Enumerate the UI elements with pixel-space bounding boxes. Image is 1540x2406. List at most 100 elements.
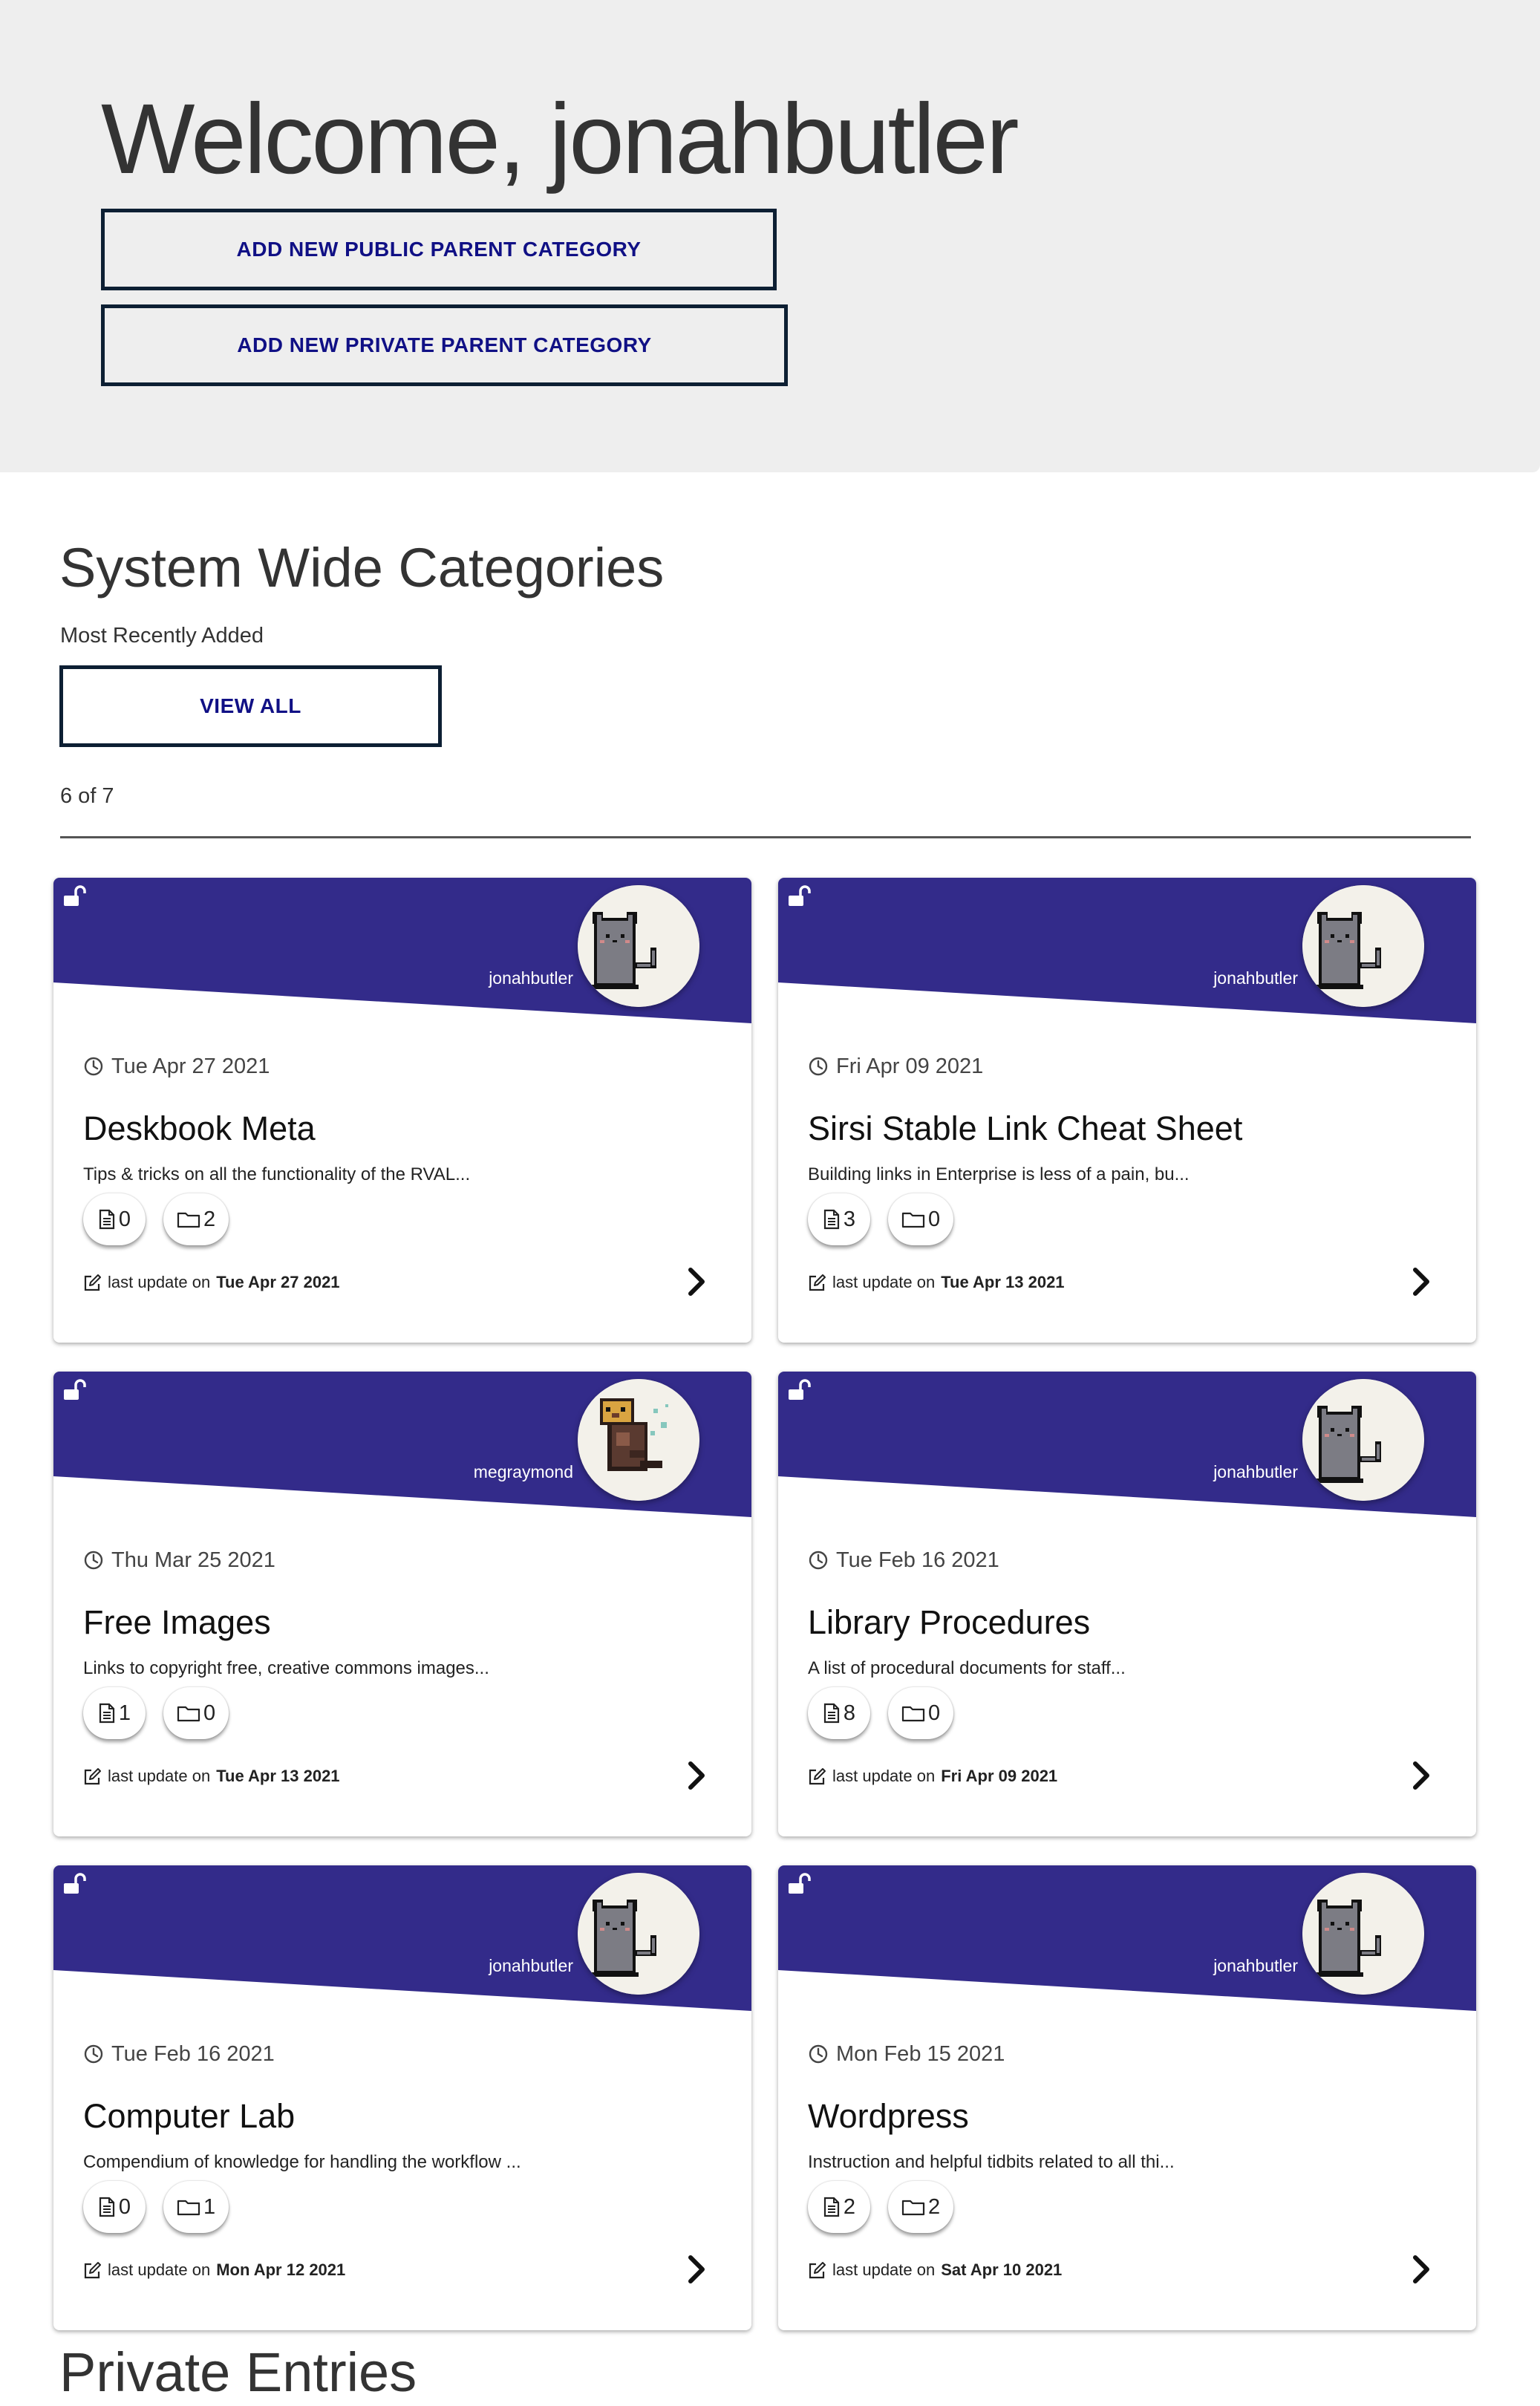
clock-icon <box>809 1057 828 1076</box>
chevron-right-icon[interactable] <box>682 1264 711 1300</box>
unlock-icon <box>789 885 811 906</box>
category-card[interactable]: jonahbutler <box>53 1865 751 2330</box>
last-update: last update on Fri Apr 09 2021 <box>808 1765 1057 1787</box>
document-icon <box>823 2197 840 2217</box>
last-update-date: Tue Apr 13 2021 <box>216 1767 340 1785</box>
card-title[interactable]: Computer Lab <box>83 2096 295 2137</box>
chevron-right-icon[interactable] <box>1406 1264 1436 1300</box>
card-date-text: Mon Feb 15 2021 <box>836 2042 1005 2066</box>
last-update-prefix: last update on <box>108 1767 211 1785</box>
unlock-icon <box>789 1379 811 1400</box>
document-count-badge[interactable]: 0 <box>83 1193 146 1245</box>
category-card[interactable]: jonahbutler <box>778 878 1476 1343</box>
card-description: A list of procedural documents for staff… <box>808 1658 1126 1678</box>
document-count: 3 <box>843 1207 856 1231</box>
author-avatar <box>1302 885 1424 1007</box>
card-title[interactable]: Deskbook Meta <box>83 1108 316 1150</box>
document-count: 0 <box>118 2194 131 2219</box>
card-author: jonahbutler <box>489 968 573 988</box>
folder-count-badge[interactable]: 0 <box>888 1687 954 1739</box>
chevron-right-icon[interactable] <box>1406 2252 1436 2287</box>
author-avatar <box>1302 1379 1424 1501</box>
last-update-prefix: last update on <box>832 2260 936 2279</box>
unlock-icon <box>64 885 86 906</box>
section-title: System Wide Categories <box>59 537 665 599</box>
last-update: last update on Sat Apr 10 2021 <box>808 2259 1062 2281</box>
author-avatar <box>1302 1873 1424 1995</box>
chevron-right-icon[interactable] <box>682 1758 711 1793</box>
unlock-icon <box>789 1873 811 1894</box>
chevron-right-icon[interactable] <box>1406 1758 1436 1793</box>
category-card[interactable]: jonahbutler <box>778 1865 1476 2330</box>
last-update-date: Tue Apr 13 2021 <box>941 1273 1065 1291</box>
document-icon <box>99 1209 115 1230</box>
last-update: last update on Tue Apr 27 2021 <box>83 1271 340 1294</box>
folder-count-badge[interactable]: 0 <box>888 1193 954 1245</box>
card-date: Thu Mar 25 2021 <box>83 1547 275 1574</box>
card-header: jonahbutler <box>53 878 751 1026</box>
last-update-date: Sat Apr 10 2021 <box>941 2260 1063 2279</box>
view-all-button[interactable]: VIEW ALL <box>59 665 442 747</box>
chevron-right-icon[interactable] <box>682 2252 711 2287</box>
folder-count-badge[interactable]: 2 <box>888 2181 954 2233</box>
unlock-icon <box>64 1379 86 1400</box>
section-divider <box>60 836 1471 838</box>
card-title[interactable]: Free Images <box>83 1602 271 1643</box>
document-count-badge[interactable]: 8 <box>808 1687 870 1739</box>
card-description: Links to copyright free, creative common… <box>83 1658 489 1678</box>
add-public-parent-category-button[interactable]: ADD NEW PUBLIC PARENT CATEGORY <box>101 209 777 290</box>
document-count-badge[interactable]: 3 <box>808 1193 870 1245</box>
folder-count-badge[interactable]: 0 <box>163 1687 229 1739</box>
card-header: megraymond <box>53 1372 751 1520</box>
card-header: jonahbutler <box>53 1865 751 2014</box>
folder-count: 2 <box>203 1207 216 1231</box>
edit-icon <box>809 1767 826 1784</box>
category-count: 6 of 7 <box>60 784 114 808</box>
folder-count: 1 <box>203 2194 216 2219</box>
last-update: last update on Tue Apr 13 2021 <box>83 1765 340 1787</box>
card-title[interactable]: Sirsi Stable Link Cheat Sheet <box>808 1108 1242 1150</box>
edit-icon <box>84 1767 101 1784</box>
edit-icon <box>809 2261 826 2278</box>
folder-count: 0 <box>203 1701 216 1725</box>
unlock-icon <box>64 1873 86 1894</box>
card-date: Tue Feb 16 2021 <box>808 1547 999 1574</box>
section-subtitle: Most Recently Added <box>60 624 264 648</box>
document-count-badge[interactable]: 1 <box>83 1687 146 1739</box>
card-title[interactable]: Wordpress <box>808 2096 969 2137</box>
folder-count: 2 <box>928 2194 941 2219</box>
card-header: jonahbutler <box>778 878 1476 1026</box>
document-count-badge[interactable]: 2 <box>808 2181 870 2233</box>
author-avatar <box>578 1873 699 1995</box>
category-card[interactable]: jonahbutler <box>778 1372 1476 1836</box>
document-count-badge[interactable]: 0 <box>83 2181 146 2233</box>
author-avatar <box>578 1379 699 1501</box>
card-title[interactable]: Library Procedures <box>808 1602 1090 1643</box>
document-count: 2 <box>843 2194 856 2219</box>
add-private-parent-category-button[interactable]: ADD NEW PRIVATE PARENT CATEGORY <box>101 304 788 386</box>
folder-icon <box>177 1706 200 1722</box>
clock-icon <box>84 1551 103 1570</box>
document-count: 1 <box>118 1701 131 1725</box>
card-author: jonahbutler <box>1213 1956 1298 1975</box>
last-update-date: Fri Apr 09 2021 <box>941 1767 1058 1785</box>
welcome-title: Welcome, jonahbutler <box>101 84 1019 195</box>
author-avatar <box>578 885 699 1007</box>
card-date: Tue Apr 27 2021 <box>83 1053 270 1080</box>
card-date: Tue Feb 16 2021 <box>83 2041 275 2067</box>
card-description: Instruction and helpful tidbits related … <box>808 2152 1175 2172</box>
clock-icon <box>84 2044 103 2064</box>
last-update: last update on Mon Apr 12 2021 <box>83 2259 345 2281</box>
folder-count-badge[interactable]: 2 <box>163 1193 229 1245</box>
edit-icon <box>84 2261 101 2278</box>
folder-count: 0 <box>928 1207 941 1231</box>
document-count: 0 <box>118 1207 131 1231</box>
clock-icon <box>84 1057 103 1076</box>
card-header: jonahbutler <box>778 1865 1476 2014</box>
category-card[interactable]: megraymond Thu Mar 25 2021 Free Images L… <box>53 1372 751 1836</box>
category-card[interactable]: jonahbutler <box>53 878 751 1343</box>
card-description: Tips & tricks on all the functionality o… <box>83 1164 471 1184</box>
card-date: Mon Feb 15 2021 <box>808 2041 1005 2067</box>
edit-icon <box>84 1274 101 1291</box>
folder-count-badge[interactable]: 1 <box>163 2181 229 2233</box>
